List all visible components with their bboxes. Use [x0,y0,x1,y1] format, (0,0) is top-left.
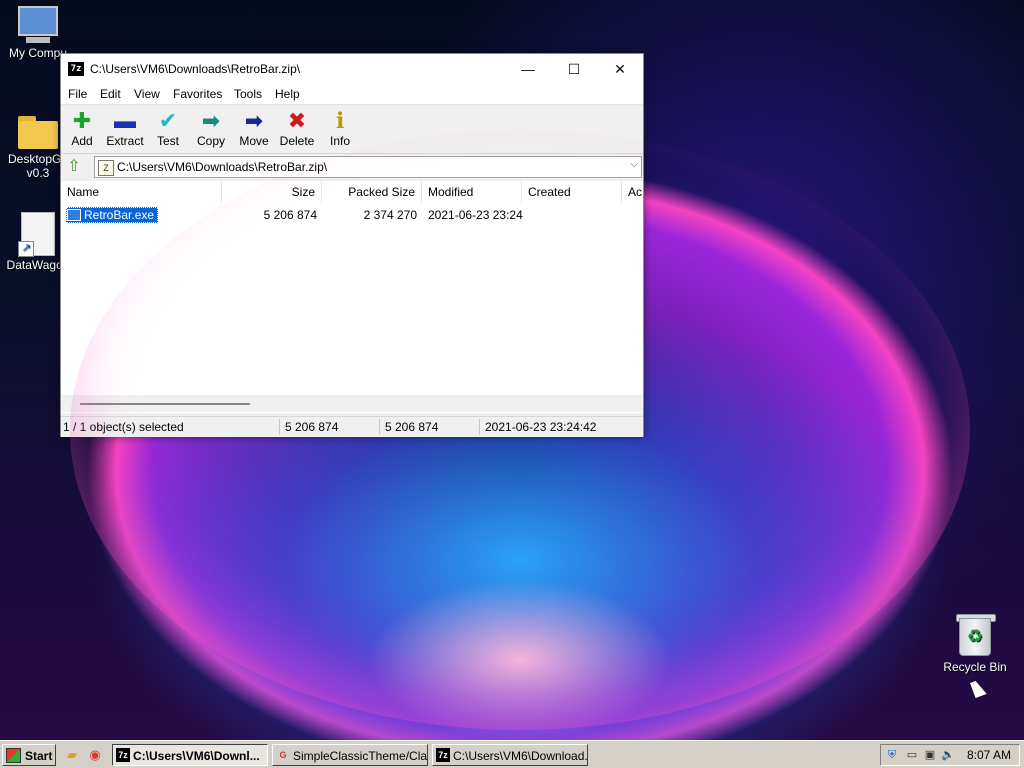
taskbar: Start ▰ ◉ 7z C:\Users\VM6\Downl... G Sim… [0,740,1024,768]
menu-file[interactable]: File [68,87,87,101]
recycle-bin-icon: ♻ [953,612,997,658]
folder-up-icon[interactable]: ⇧ [65,158,83,176]
desktop: My Compu DesktopGo v0.3 ↗ DataWagon ♻ Re… [0,0,1024,740]
taskbar-button-label: SimpleClassicTheme/Clas... [293,749,428,763]
chrome-icon: G [279,750,287,760]
file-manager-window: 7z C:\Users\VM6\Downloads\RetroBar.zip\ … [60,53,644,437]
clock[interactable]: 8:07 AM [967,748,1011,762]
column-header-size[interactable]: Size [222,181,322,203]
column-header-packed-size[interactable]: Packed Size [322,181,422,203]
menu-edit[interactable]: Edit [100,87,121,101]
column-header-modified[interactable]: Modified [422,181,522,203]
column-header-accessed[interactable]: Ac [622,181,643,203]
test-label: Test [156,134,179,148]
7zip-icon: 7z [116,748,130,762]
address-path: C:\Users\VM6\Downloads\RetroBar.zip\ [117,160,328,174]
network-folder-icon[interactable]: ▭ [905,748,919,762]
file-size-cell: 5 206 874 [263,208,317,222]
desktop-icon-label: Recycle Bin [943,660,1007,674]
windows-logo-icon [6,748,21,763]
desktop-icon-my-computer[interactable]: My Compu [0,6,76,60]
minimize-button[interactable]: — [505,54,551,84]
file-modified-cell: 2021-06-23 23:24 [428,208,523,222]
delete-icon: ✖ [287,108,307,133]
file-packed-size-cell: 2 374 270 [363,208,417,222]
chevron-down-icon[interactable]: ⌵ [630,159,638,170]
menu-favorites[interactable]: Favorites [173,87,222,101]
taskbar-button-label: C:\Users\VM6\Download... [453,749,588,763]
add-label: Add [71,134,93,148]
move-icon: ➡ [244,108,264,133]
network-icon[interactable]: ▣ [923,748,937,762]
status-size: 5 206 874 [285,420,339,434]
menu-view[interactable]: View [134,87,160,101]
table-row[interactable]: RetroBar.exe 5 206 874 2 374 270 2021-06… [61,205,643,225]
test-icon: ✔ [158,108,178,133]
start-button[interactable]: Start [2,744,56,766]
extract-icon: ▬ [114,108,136,133]
taskbar-button-label: C:\Users\VM6\Downl... [133,749,260,763]
start-label: Start [25,749,53,763]
toolbar: ✚ Add ▬ Extract ✔ Test ➡ Copy ➡ Move ✖ D… [61,105,643,154]
address-field[interactable]: Z C:\Users\VM6\Downloads\RetroBar.zip\ ⌵ [94,156,642,178]
status-bar: 1 / 1 object(s) selected 5 206 874 5 206… [61,416,643,437]
security-shield-icon[interactable]: ⛨ [885,748,899,762]
window-title: C:\Users\VM6\Downloads\RetroBar.zip\ [90,62,301,76]
column-header-created[interactable]: Created [522,181,622,203]
info-button[interactable]: ℹ Info [319,108,361,152]
close-button[interactable]: ✕ [597,54,643,84]
copy-label: Copy [196,134,225,148]
extract-label: Extract [106,134,144,148]
menu-bar: File Edit View Favorites Tools Help [61,84,643,105]
7zip-icon: 7z [436,748,450,762]
copy-icon: ➡ [201,108,221,133]
title-bar[interactable]: 7z C:\Users\VM6\Downloads\RetroBar.zip\ … [61,54,643,84]
taskbar-button-7zip[interactable]: 7z C:\Users\VM6\Download... [432,744,588,766]
file-created-cell [528,205,618,225]
system-tray: ⛨ ▭ ▣ 🔈 8:07 AM [880,744,1020,766]
zip-archive-icon: Z [98,160,114,176]
add-icon: ✚ [72,108,92,133]
desktop-icon-recycle-bin[interactable]: ♻ Recycle Bin [937,612,1013,674]
move-button[interactable]: ➡ Move [233,108,275,152]
info-icon: ℹ [335,108,345,133]
menu-help[interactable]: Help [275,87,300,101]
scrollbar-thumb[interactable] [80,403,250,405]
computer-icon [16,6,60,44]
taskbar-button-chrome[interactable]: G SimpleClassicTheme/Clas... [272,744,428,766]
7zip-app-icon: 7z [68,62,84,76]
extract-button[interactable]: ▬ Extract [104,108,146,152]
taskbar-button-7zip-active[interactable]: 7z C:\Users\VM6\Downl... [112,744,268,766]
horizontal-scrollbar[interactable] [61,395,643,412]
status-selection: 1 / 1 object(s) selected [63,420,184,434]
file-explorer-icon[interactable]: ▰ [64,747,80,763]
delete-label: Delete [279,134,315,148]
move-label: Move [239,134,269,148]
menu-tools[interactable]: Tools [234,87,262,101]
volume-icon[interactable]: 🔈 [941,748,955,762]
file-shortcut-icon: ↗ [18,212,55,257]
info-label: Info [329,134,350,148]
mouse-cursor [970,678,987,699]
test-button[interactable]: ✔ Test [147,108,189,152]
status-packed-size: 5 206 874 [385,420,439,434]
add-button[interactable]: ✚ Add [61,108,103,152]
copy-button[interactable]: ➡ Copy [190,108,232,152]
folder-icon [16,114,60,150]
file-list: Name Size Packed Size Modified Created A… [61,181,643,413]
column-header-name[interactable]: Name [61,181,222,203]
status-modified: 2021-06-23 23:24:42 [485,420,597,434]
executable-icon [67,209,81,221]
address-bar: ⇧ Z C:\Users\VM6\Downloads\RetroBar.zip\… [61,154,643,180]
delete-button[interactable]: ✖ Delete [276,108,318,152]
maximize-button[interactable]: ☐ [551,54,597,84]
chrome-icon[interactable]: ◉ [87,747,103,763]
